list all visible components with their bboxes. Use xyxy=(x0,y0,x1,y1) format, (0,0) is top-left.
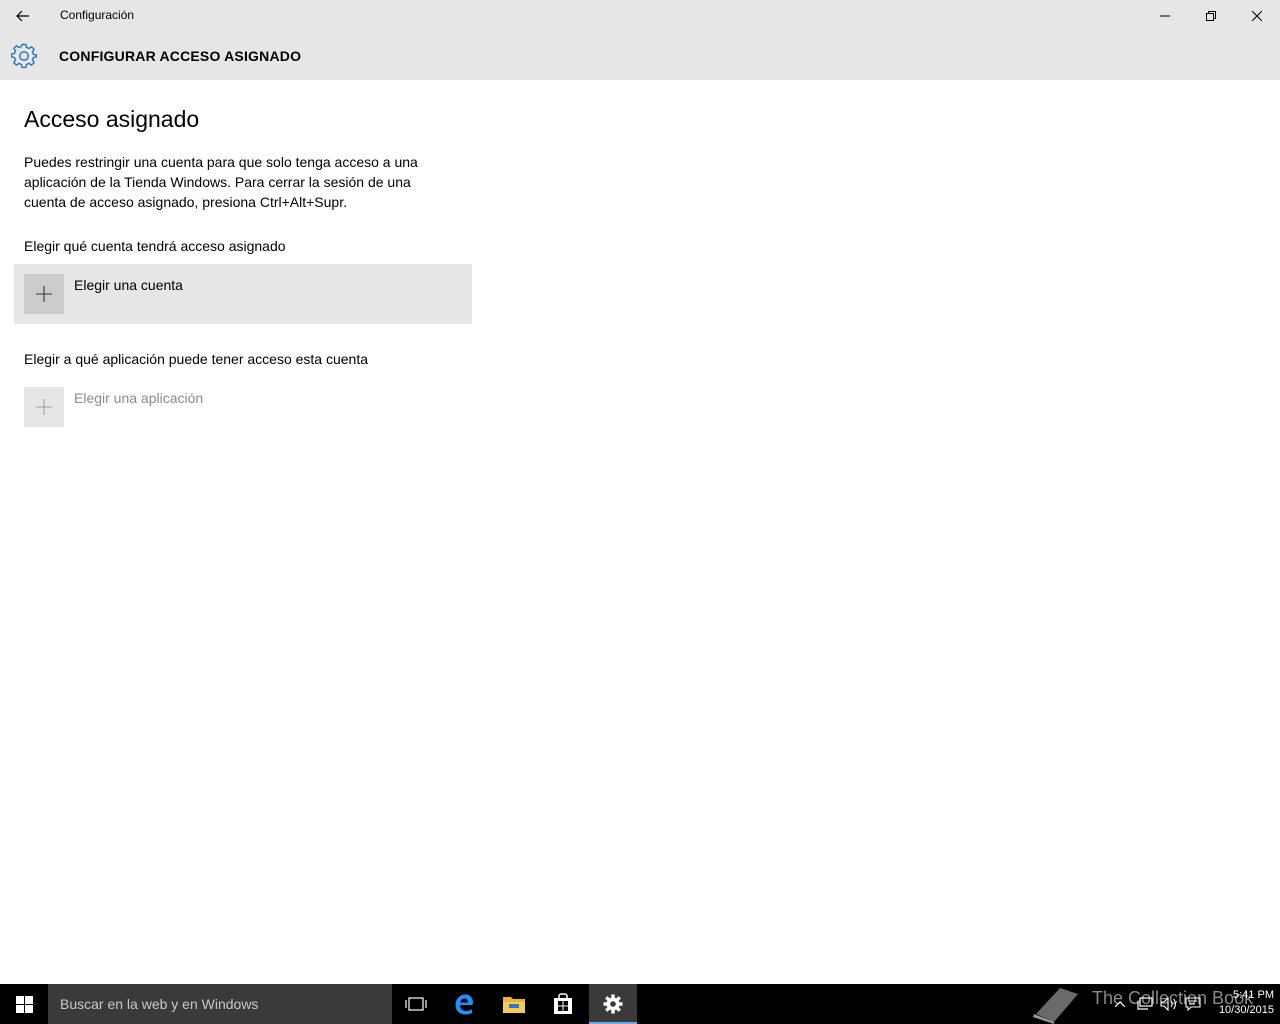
section-heading: Acceso asignado xyxy=(24,106,200,132)
volume-button[interactable] xyxy=(1158,984,1180,1024)
back-arrow-icon xyxy=(16,10,29,22)
clock[interactable]: 5:41 PM 10/30/2015 xyxy=(1206,988,1274,1018)
app-section-label: Elegir a qué aplicación puede tener acce… xyxy=(24,351,369,367)
settings-taskbar-button[interactable] xyxy=(589,984,637,1024)
choose-account-button[interactable]: Elegir una cuenta xyxy=(14,264,472,324)
store-icon xyxy=(554,993,572,1014)
plus-icon xyxy=(36,399,52,415)
page-header: CONFIGURAR ACCESO ASIGNADO xyxy=(0,32,1280,80)
taskbar-search-box[interactable]: Buscar en la web y en Windows xyxy=(48,984,392,1024)
choose-account-label: Elegir una cuenta xyxy=(74,277,183,293)
minimize-button[interactable] xyxy=(1142,0,1188,32)
window-title: Configuración xyxy=(60,8,135,22)
notifications-icon xyxy=(1185,997,1201,1011)
edge-icon xyxy=(455,994,473,1015)
book-icon xyxy=(1033,988,1078,1024)
task-view-icon xyxy=(405,997,427,1011)
show-hidden-icons-button[interactable] xyxy=(1110,984,1130,1024)
minimize-icon xyxy=(1160,15,1170,17)
chevron-up-icon xyxy=(1115,1001,1125,1007)
description-text: Puedes restringir una cuenta para que so… xyxy=(24,154,418,210)
choose-app-label: Elegir una aplicación xyxy=(74,390,204,406)
search-placeholder: Buscar en la web y en Windows xyxy=(60,996,259,1012)
plus-icon xyxy=(36,286,52,302)
folder-icon xyxy=(503,997,525,1013)
file-explorer-button[interactable] xyxy=(490,984,538,1024)
action-center-button[interactable] xyxy=(1182,984,1204,1024)
windows-logo-icon xyxy=(15,995,33,1013)
clock-date: 10/30/2015 xyxy=(1218,1004,1274,1016)
network-button[interactable] xyxy=(1134,984,1156,1024)
edge-button[interactable] xyxy=(440,984,488,1024)
restore-icon xyxy=(1206,11,1216,21)
network-icon xyxy=(1137,997,1153,1010)
task-view-button[interactable] xyxy=(392,984,440,1024)
add-app-tile xyxy=(24,387,64,427)
add-account-tile xyxy=(24,274,64,314)
back-button[interactable] xyxy=(8,1,38,31)
taskbar: Buscar en la web y en Windows The Collec… xyxy=(0,984,1280,1024)
settings-icon xyxy=(603,994,623,1014)
close-button[interactable] xyxy=(1234,0,1280,32)
store-button[interactable] xyxy=(539,984,587,1024)
volume-icon xyxy=(1160,997,1176,1011)
clock-time: 5:41 PM xyxy=(1233,989,1274,1001)
title-bar: Configuración xyxy=(0,0,1280,32)
main-content: Acceso asignado Puedes restringir una cu… xyxy=(24,104,484,212)
account-section-label: Elegir qué cuenta tendrá acceso asignado xyxy=(24,238,286,254)
gear-icon xyxy=(11,43,37,69)
start-button[interactable] xyxy=(0,984,48,1024)
close-icon xyxy=(1252,11,1262,21)
page-title: CONFIGURAR ACCESO ASIGNADO xyxy=(59,48,302,64)
restore-button[interactable] xyxy=(1188,0,1234,32)
choose-app-button: Elegir una aplicación xyxy=(14,377,472,437)
